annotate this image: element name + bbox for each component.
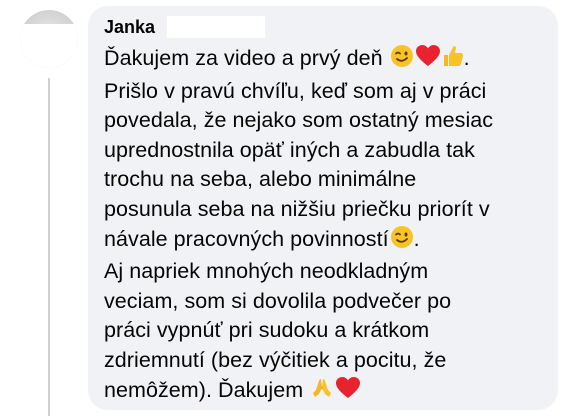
comment-line: Ďakujem za video a prvý deň . (104, 44, 544, 77)
avatar[interactable] (20, 10, 78, 68)
comment-line: veciam, som si dovolila podvečer po (104, 288, 452, 313)
red-heart-icon (415, 44, 441, 77)
comment-line: Prišlo v pravú chvíľu, keď som aj v prác… (104, 78, 487, 103)
avatar-redaction (20, 24, 78, 68)
comment-line: zdriemnutí (bez výčitiek a pocitu, že (104, 347, 447, 372)
comment-line: nemôžem). Ďakujem (104, 376, 544, 409)
name-redaction (167, 16, 266, 38)
comment-text: Ďakujem za video a prvý deň . Prišlo v p… (104, 44, 544, 408)
comment-line: uprednostnila opäť iných a zabudla tak (104, 137, 475, 162)
author-name[interactable]: Janka (104, 17, 155, 38)
comment-header: Janka (104, 14, 544, 40)
comment-bubble: Janka Ďakujem za video a prvý deň . Priš… (88, 6, 558, 410)
comment-line: povedala, že nejako som ostatný mesiac (104, 108, 494, 133)
winking-face-icon (390, 44, 414, 77)
winking-face-icon (390, 225, 414, 258)
comment-line: Aj napriek mnohých neodkladným (104, 259, 429, 284)
folded-hands-icon (310, 376, 334, 409)
comment-line: trochu na seba, alebo minimálne (104, 167, 417, 192)
comment-line: posunula seba na nižšiu priečku priorít … (104, 196, 490, 221)
comment-thread: Janka Ďakujem za video a prvý deň . Priš… (0, 0, 576, 416)
comment-line: práci vypnúť pri sudoku a krátkom (104, 318, 430, 343)
comment-line: návale pracovných povinností. (104, 225, 544, 258)
thread-connector-line (48, 78, 50, 416)
thumbs-up-icon (442, 44, 464, 77)
red-heart-icon (335, 376, 361, 409)
